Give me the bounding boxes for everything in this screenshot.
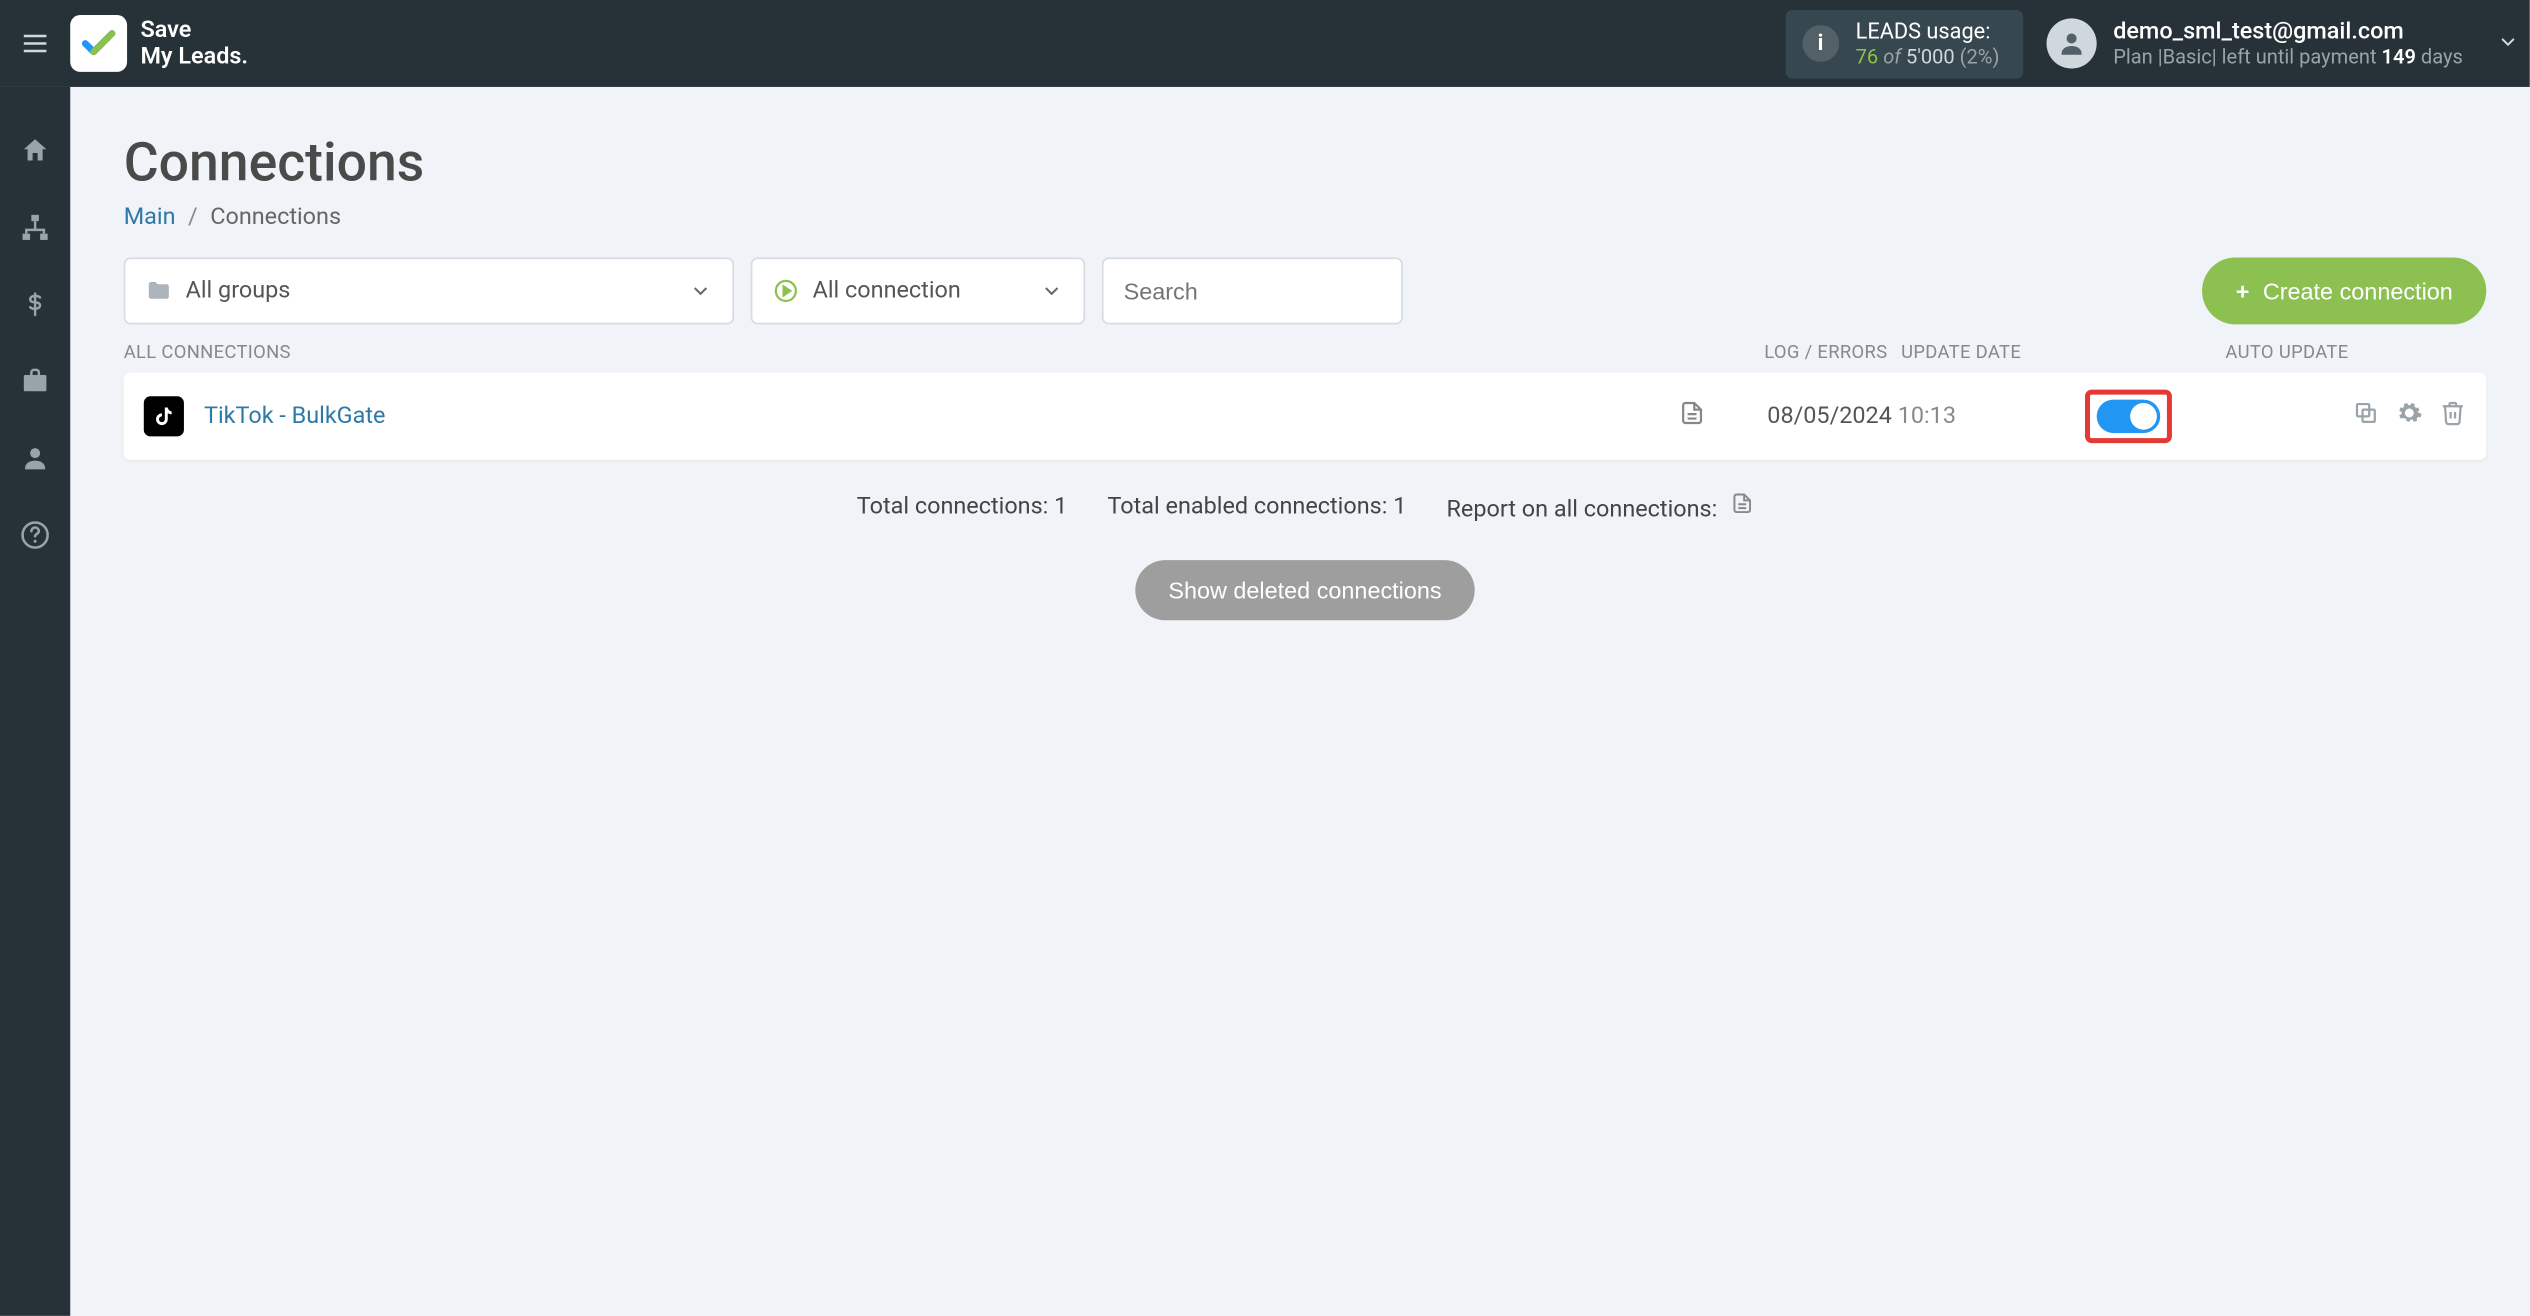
leads-percent: (2%) — [1960, 44, 2000, 67]
dollar-icon — [23, 289, 46, 319]
report-label: Report on all connections: — [1446, 497, 1717, 524]
th-log: LOG / ERRORS — [1751, 341, 1901, 363]
document-icon — [1730, 490, 1753, 517]
folder-icon — [145, 278, 172, 305]
gear-icon — [2396, 400, 2423, 427]
leads-of: of — [1883, 44, 1901, 67]
sidebar-integrations[interactable] — [18, 211, 51, 244]
chevron-down-icon — [1040, 279, 1063, 302]
sidebar-billing[interactable] — [18, 288, 51, 321]
table-row: TikTok - BulkGate 08/05/2024 10:13 — [124, 373, 2487, 460]
chevron-down-icon — [689, 279, 712, 302]
briefcase-icon — [20, 366, 50, 396]
create-connection-button[interactable]: + Create connection — [2202, 257, 2486, 324]
main-content: Connections Main / Connections All group… — [70, 87, 2530, 1316]
th-auto: AUTO UPDATE — [2219, 341, 2487, 363]
info-icon: i — [1802, 25, 1839, 62]
log-button[interactable] — [1617, 398, 1767, 435]
leads-used: 76 — [1856, 44, 1879, 67]
breadcrumb-sep: / — [188, 204, 198, 231]
groups-label: All groups — [186, 278, 291, 305]
auto-update-cell — [2085, 390, 2353, 444]
total-value: 1 — [1054, 493, 1067, 520]
search-input[interactable] — [1102, 257, 1403, 324]
tiktok-icon — [144, 396, 184, 436]
account-email: demo_sml_test@gmail.com — [2113, 18, 2463, 45]
brand[interactable]: Save My Leads. — [70, 15, 248, 72]
brand-line1: Save — [140, 17, 248, 44]
sidebar-tools[interactable] — [18, 364, 51, 397]
time-value: 10:13 — [1898, 403, 1956, 430]
plan-mid: | left until payment — [2212, 45, 2382, 68]
brand-line2: My Leads. — [140, 43, 248, 70]
enabled-label: Total enabled connections: — [1107, 493, 1393, 520]
row-actions — [2353, 400, 2467, 433]
connection-name[interactable]: TikTok - BulkGate — [204, 403, 1617, 430]
plan-prefix: Plan | — [2113, 45, 2162, 68]
total-label: Total connections: — [857, 493, 1054, 520]
connection-label: All connection — [813, 278, 961, 305]
top-bar: Save My Leads. i LEADS usage: 76 of 5'00… — [0, 0, 2530, 87]
user-icon — [20, 443, 50, 473]
account-chevron[interactable] — [2496, 28, 2519, 60]
account-info: demo_sml_test@gmail.com Plan |Basic| lef… — [2113, 18, 2463, 68]
leads-total: 5'000 — [1906, 44, 1955, 67]
menu-toggle[interactable] — [0, 0, 70, 87]
leads-usage-text: LEADS usage: 76 of 5'000 (2%) — [1856, 19, 2000, 67]
highlight-box — [2085, 390, 2172, 444]
plan-name: Basic — [2163, 45, 2212, 68]
copy-button[interactable] — [2353, 400, 2380, 433]
logo-icon — [70, 15, 127, 72]
breadcrumb-current: Connections — [210, 204, 341, 231]
sidebar-home[interactable] — [18, 134, 51, 167]
leads-usage-label: LEADS usage: — [1856, 19, 2000, 44]
home-icon — [20, 135, 50, 165]
update-date: 08/05/2024 10:13 — [1767, 403, 2085, 430]
show-deleted-button[interactable]: Show deleted connections — [1135, 560, 1475, 620]
summary-row: Total connections: 1 Total enabled conne… — [124, 490, 2487, 523]
page-title: Connections — [124, 130, 2487, 194]
plus-icon: + — [2236, 278, 2250, 305]
avatar-icon — [2046, 18, 2096, 68]
settings-button[interactable] — [2396, 400, 2423, 433]
enabled-value: 1 — [1393, 493, 1406, 520]
create-label: Create connection — [2263, 278, 2453, 305]
sidebar — [0, 87, 70, 1316]
leads-usage-box[interactable]: i LEADS usage: 76 of 5'000 (2%) — [1785, 9, 2023, 78]
hamburger-icon — [20, 28, 50, 58]
help-icon — [20, 520, 50, 550]
date-value: 08/05/2024 — [1767, 403, 1892, 430]
document-icon — [1679, 398, 1706, 428]
brand-text: Save My Leads. — [140, 17, 248, 71]
delete-button[interactable] — [2439, 400, 2466, 433]
auto-update-toggle[interactable] — [2097, 400, 2161, 433]
copy-icon — [2353, 400, 2380, 427]
report-button[interactable] — [1730, 497, 1753, 524]
plan-days: 149 — [2382, 45, 2416, 68]
sidebar-help[interactable] — [18, 518, 51, 551]
sitemap-icon — [20, 212, 50, 242]
table-header: ALL CONNECTIONS LOG / ERRORS UPDATE DATE… — [124, 341, 2487, 363]
breadcrumb-main[interactable]: Main — [124, 204, 176, 231]
th-all: ALL CONNECTIONS — [124, 341, 1751, 363]
sidebar-account[interactable] — [18, 441, 51, 474]
account-menu[interactable]: demo_sml_test@gmail.com Plan |Basic| lef… — [2046, 18, 2463, 68]
plan-days-suffix: days — [2416, 45, 2463, 68]
toggle-knob — [2130, 403, 2157, 430]
groups-select[interactable]: All groups — [124, 257, 734, 324]
breadcrumb: Main / Connections — [124, 204, 2487, 231]
trash-icon — [2439, 400, 2466, 427]
filters-row: All groups All connection + Create conne… — [124, 257, 2487, 324]
connection-select[interactable]: All connection — [751, 257, 1085, 324]
th-date: UPDATE DATE — [1901, 341, 2219, 363]
play-circle-icon — [772, 278, 799, 305]
